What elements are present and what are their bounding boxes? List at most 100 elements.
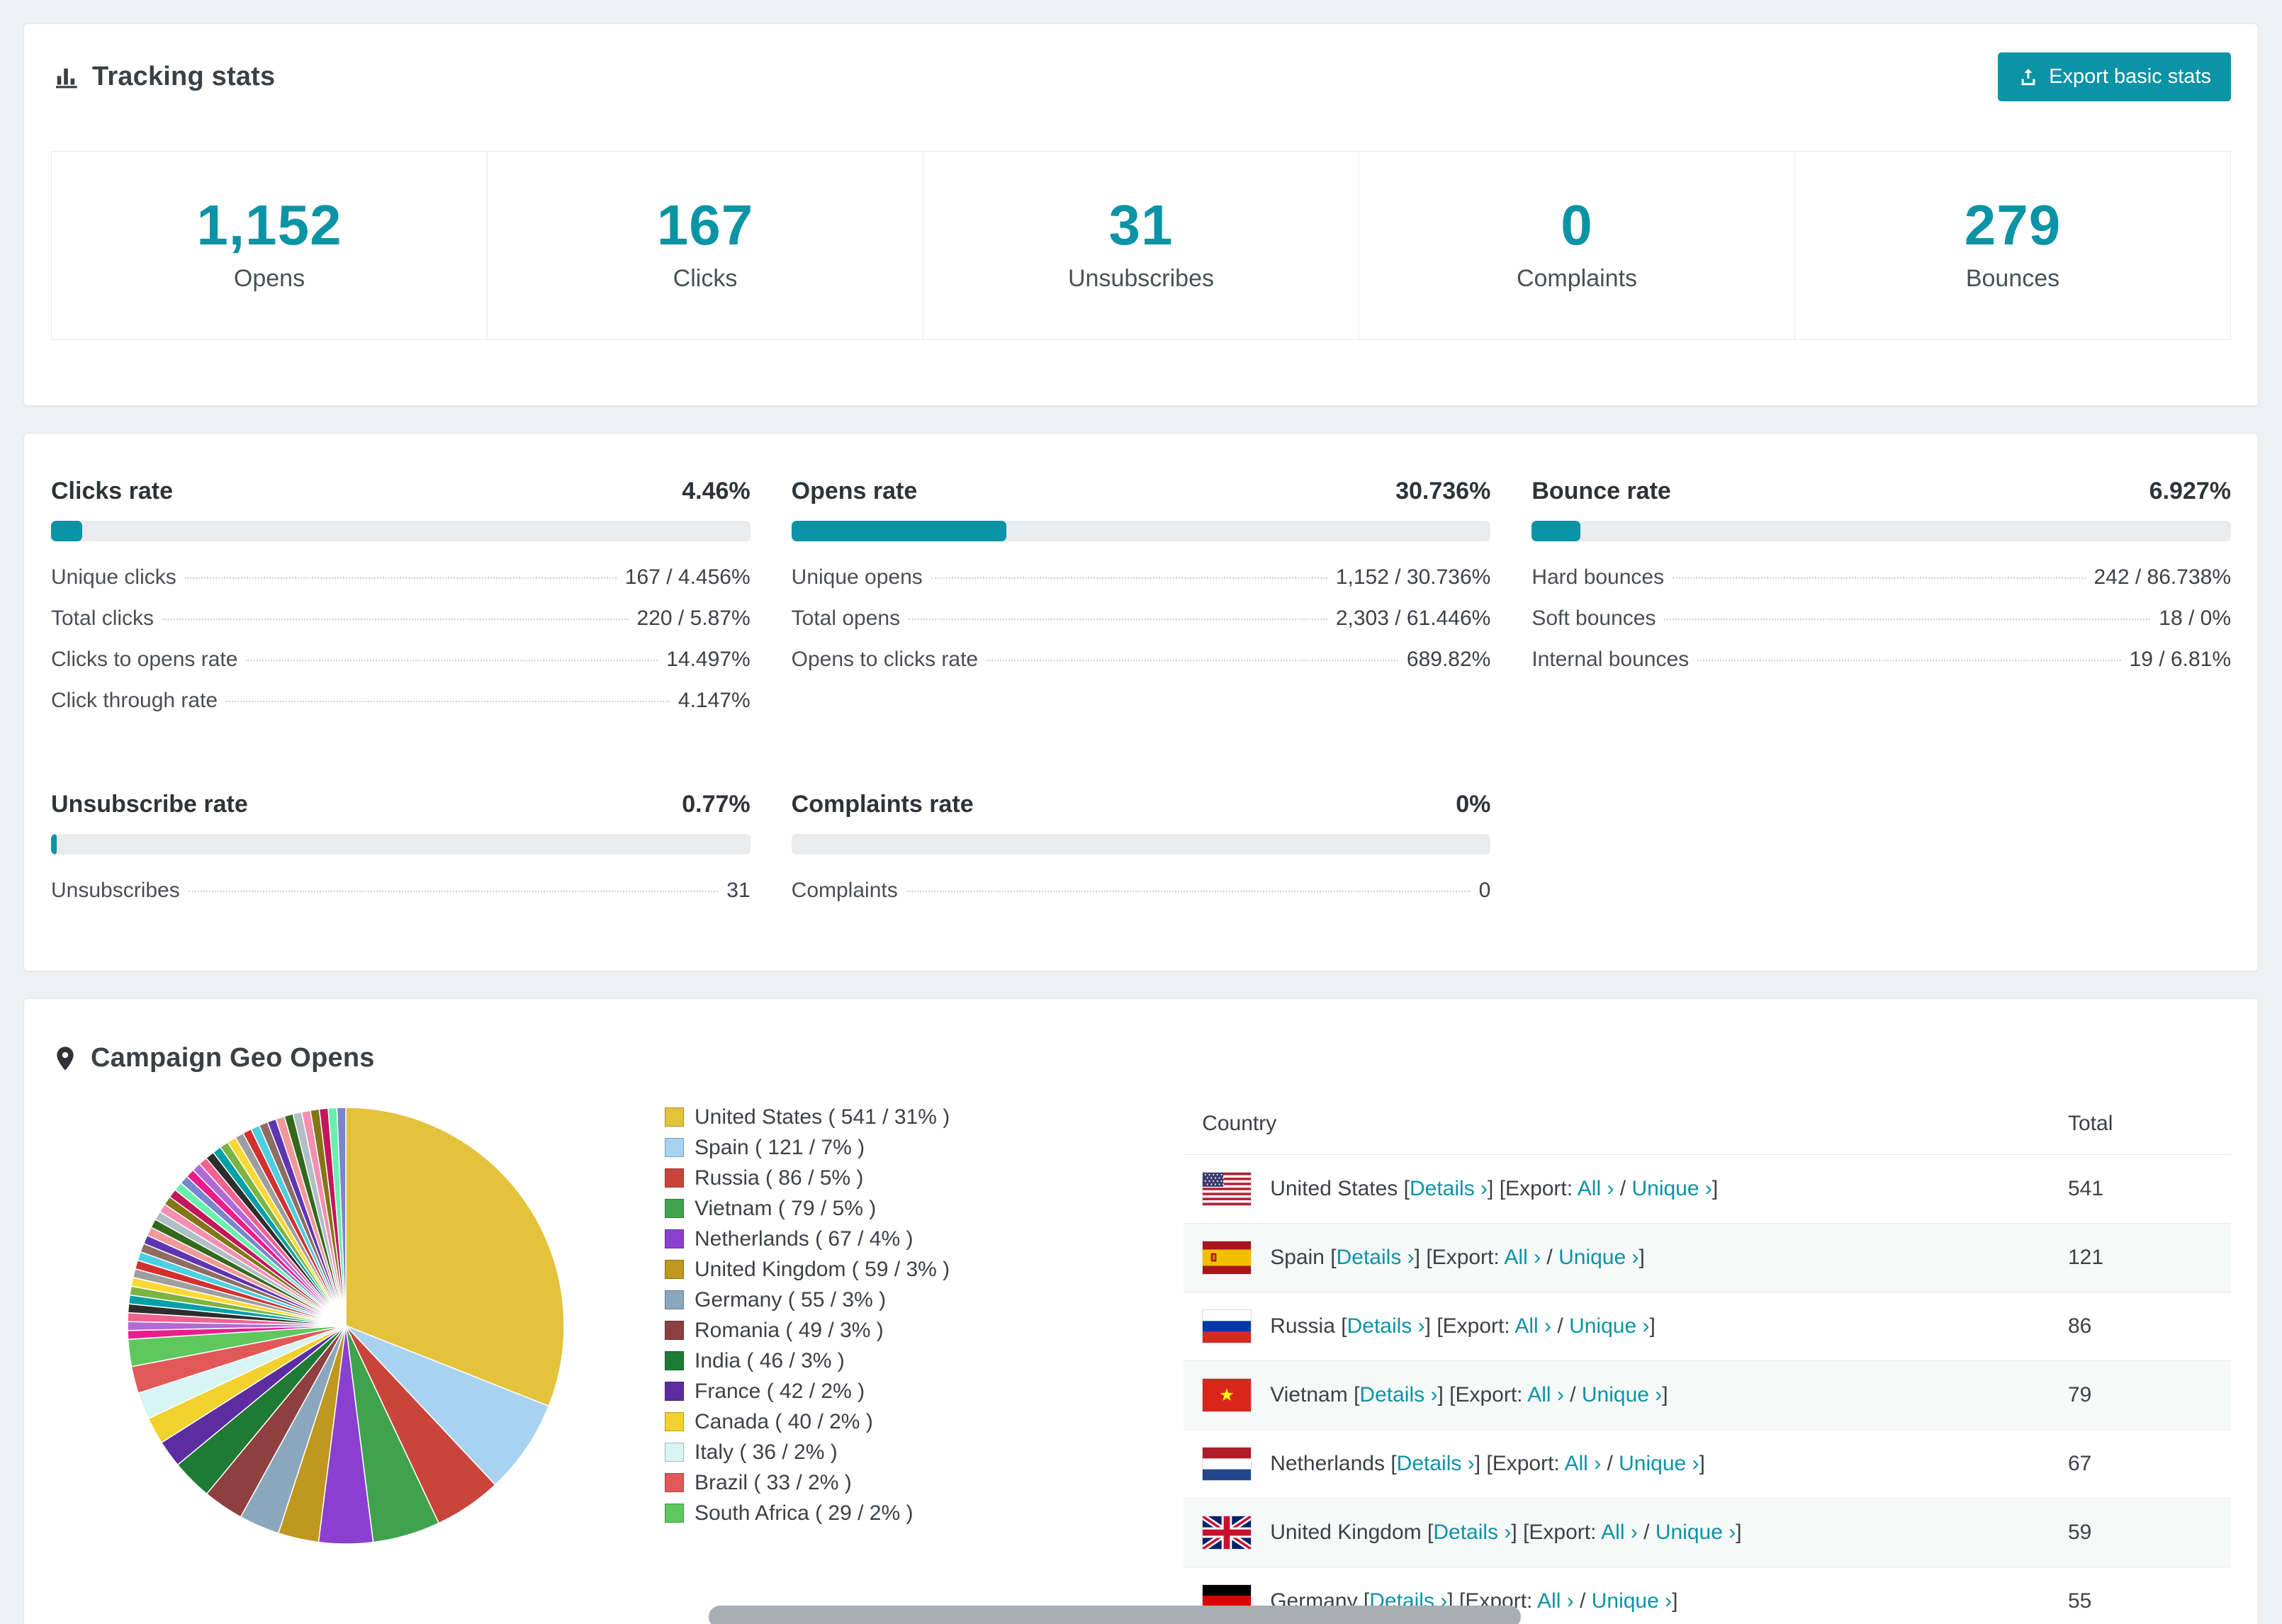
details-link[interactable]: Details › <box>1359 1383 1437 1406</box>
details-link[interactable]: Details › <box>1397 1452 1475 1475</box>
dotted-leader <box>931 577 1327 579</box>
tracking-stats-title: Tracking stats <box>92 62 276 91</box>
country-cell: United States [Details ›] [Export: All ›… <box>1184 1155 2068 1224</box>
legend-item: United States ( 541 / 31% ) <box>665 1102 950 1132</box>
export-all-link[interactable]: All › <box>1537 1589 1574 1613</box>
country-name: Russia <box>1270 1314 1335 1338</box>
details-link[interactable]: Details › <box>1433 1521 1511 1544</box>
legend-swatch <box>665 1168 684 1188</box>
geo-pie-wrap <box>119 1099 573 1552</box>
geo-table-wrap: Country Total United States [Details ›] … <box>1184 1099 2231 1624</box>
rate-stat-label: Unsubscribes <box>51 879 180 902</box>
nl-flag-icon <box>1202 1447 1252 1481</box>
country-cell: Netherlands [Details ›] [Export: All › /… <box>1184 1430 2068 1499</box>
export-all-link[interactable]: All › <box>1601 1521 1638 1544</box>
rate-stat-row: Opens to clicks rate 689.82% <box>792 648 1491 689</box>
legend-swatch <box>665 1321 684 1340</box>
rate-stat-label: Hard bounces <box>1531 565 1665 589</box>
details-link[interactable]: Details › <box>1347 1314 1425 1338</box>
geo-table-row[interactable]: Russia [Details ›] [Export: All › / Uniq… <box>1184 1292 2231 1361</box>
export-all-link[interactable]: All › <box>1504 1246 1541 1269</box>
geo-title: Campaign Geo Opens <box>91 1043 375 1073</box>
legend-item: Romania ( 49 / 3% ) <box>665 1315 950 1346</box>
legend-label: Spain ( 121 / 7% ) <box>695 1135 865 1159</box>
legend-swatch <box>665 1290 684 1309</box>
geo-table-row[interactable]: United Kingdom [Details ›] [Export: All … <box>1184 1498 2231 1567</box>
stat-label: Opens <box>233 265 305 292</box>
export-all-link[interactable]: All › <box>1578 1177 1614 1200</box>
rate-stat-value: 14.497% <box>666 648 751 671</box>
legend-item: Russia ( 86 / 5% ) <box>665 1163 950 1193</box>
stats-row: 1,152 Opens 167 Clicks 31 Unsubscribes 0 Compla… <box>51 151 2231 340</box>
rate-percent: 6.927% <box>2149 478 2231 504</box>
export-all-link[interactable]: All › <box>1564 1452 1601 1475</box>
export-unique-link[interactable]: Unique › <box>1631 1177 1712 1200</box>
legend-swatch <box>665 1443 684 1462</box>
rate-stat-row: Click through rate 4.147% <box>51 689 751 730</box>
geo-table-row[interactable]: United States [Details ›] [Export: All ›… <box>1184 1155 2231 1224</box>
geo-table-header-country: Country <box>1184 1099 2068 1155</box>
export-unique-link[interactable]: Unique › <box>1569 1314 1649 1338</box>
rate-head: Bounce rate 6.927% <box>1531 478 2231 505</box>
geo-pie-chart <box>127 1107 565 1545</box>
campaign-geo-opens-card: Campaign Geo Opens United States ( 541 /… <box>23 998 2259 1624</box>
export-unique-link[interactable]: Unique › <box>1656 1521 1736 1544</box>
rate-stat-label: Opens to clicks rate <box>791 648 979 671</box>
export-unique-link[interactable]: Unique › <box>1592 1589 1672 1613</box>
stat-label: Unsubscribes <box>1068 265 1214 292</box>
country-total: 86 <box>2068 1314 2092 1338</box>
country-name: Spain <box>1270 1246 1325 1269</box>
country-total: 59 <box>2068 1521 2092 1544</box>
horizontal-scrollbar-thumb[interactable] <box>709 1606 1521 1624</box>
country-total: 541 <box>2068 1177 2104 1200</box>
rate-progress-fill <box>51 521 82 541</box>
export-unique-link[interactable]: Unique › <box>1582 1383 1662 1406</box>
rate-stat-row: Complaints 0 <box>792 879 1491 920</box>
export-unique-link[interactable]: Unique › <box>1558 1246 1639 1269</box>
legend-label: Vietnam ( 79 / 5% ) <box>695 1196 877 1220</box>
rate-progress-bar <box>1531 521 2231 541</box>
rate-stat-value: 220 / 5.87% <box>636 607 751 630</box>
export-unique-link[interactable]: Unique › <box>1619 1452 1699 1475</box>
dotted-leader <box>987 660 1398 661</box>
geo-table-body: United States [Details ›] [Export: All ›… <box>1184 1155 2231 1624</box>
rate-block-clicks-rate: Clicks rate 4.46% Unique clicks 167 / 4.456… <box>51 478 751 730</box>
export-basic-stats-button[interactable]: Export basic stats <box>1998 52 2231 101</box>
details-link[interactable]: Details › <box>1410 1177 1488 1200</box>
rate-percent: 30.736% <box>1395 478 1491 504</box>
rate-title: Complaints rate <box>791 791 974 818</box>
export-all-link[interactable]: All › <box>1514 1314 1551 1338</box>
rate-progress-bar <box>51 834 751 855</box>
geo-table-row[interactable]: Spain [Details ›] [Export: All › / Uniqu… <box>1184 1223 2231 1292</box>
rate-stat-label: Internal bounces <box>1531 648 1690 671</box>
legend-item: Brazil ( 33 / 2% ) <box>665 1467 950 1498</box>
country-name: Netherlands <box>1270 1452 1385 1475</box>
rate-percent: 4.46% <box>682 478 751 504</box>
rate-progress-fill <box>51 834 57 855</box>
rate-stat-row: Internal bounces 19 / 6.81% <box>1531 648 2231 689</box>
stat-box-opens: 1,152 Opens <box>52 152 488 339</box>
rate-title: Clicks rate <box>51 478 173 504</box>
rate-title: Unsubscribe rate <box>51 791 248 818</box>
country-total: 79 <box>2068 1383 2092 1406</box>
rates-card: Clicks rate 4.46% Unique clicks 167 / 4.456… <box>23 433 2259 971</box>
legend-label: United States ( 541 / 31% ) <box>695 1105 950 1129</box>
rate-stat-value: 167 / 4.456% <box>624 565 751 589</box>
details-link[interactable]: Details › <box>1337 1246 1415 1269</box>
stat-label: Clicks <box>673 265 738 292</box>
country-name: United Kingdom <box>1270 1521 1422 1544</box>
rate-stat-row: Soft bounces 18 / 0% <box>1531 607 2231 648</box>
export-all-link[interactable]: All › <box>1527 1383 1564 1406</box>
rate-title: Bounce rate <box>1531 478 1671 504</box>
stat-label: Bounces <box>1965 265 2060 292</box>
geo-table-header-total: Total <box>2068 1099 2231 1155</box>
export-icon <box>2018 67 2039 88</box>
geo-table-row[interactable]: Vietnam [Details ›] [Export: All › / Uni… <box>1184 1360 2231 1430</box>
country-cell: United Kingdom [Details ›] [Export: All … <box>1184 1499 2068 1567</box>
country-cell: Spain [Details ›] [Export: All › / Uniqu… <box>1184 1224 2068 1292</box>
geo-table-row[interactable]: Netherlands [Details ›] [Export: All › /… <box>1184 1430 2231 1499</box>
rate-stat-label: Clicks to opens rate <box>51 648 238 671</box>
legend-label: India ( 46 / 3% ) <box>695 1348 845 1372</box>
tracking-stats-card: Tracking stats Export basic stats 1,152 O… <box>23 23 2259 406</box>
gb-flag-icon <box>1202 1516 1252 1550</box>
